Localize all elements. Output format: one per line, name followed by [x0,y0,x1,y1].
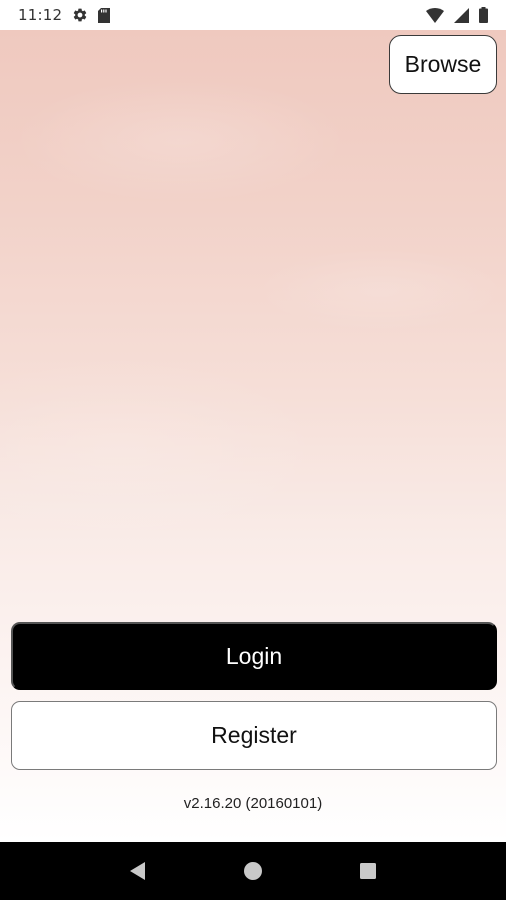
browse-button[interactable]: Browse [389,35,497,94]
version-label: v2.16.20 (20160101) [183,795,323,812]
status-left-group: 11:12 [18,6,111,24]
signal-icon [454,7,469,23]
navigation-bar [0,842,506,900]
status-bar: 11:12 [0,0,506,30]
login-button[interactable]: Login [11,622,497,690]
battery-icon [479,7,488,23]
app-screen: 11:12 Browse Login Register v2.16.20 (20… [0,0,506,900]
home-circle-icon[interactable] [235,853,271,889]
register-button[interactable]: Register [11,701,497,770]
back-triangle-icon[interactable] [120,853,156,889]
wifi-icon [426,7,444,23]
sd-card-icon [98,7,111,23]
status-time: 11:12 [18,6,63,24]
status-right-group [426,7,488,23]
settings-icon [72,7,88,23]
recents-square-icon[interactable] [350,853,386,889]
